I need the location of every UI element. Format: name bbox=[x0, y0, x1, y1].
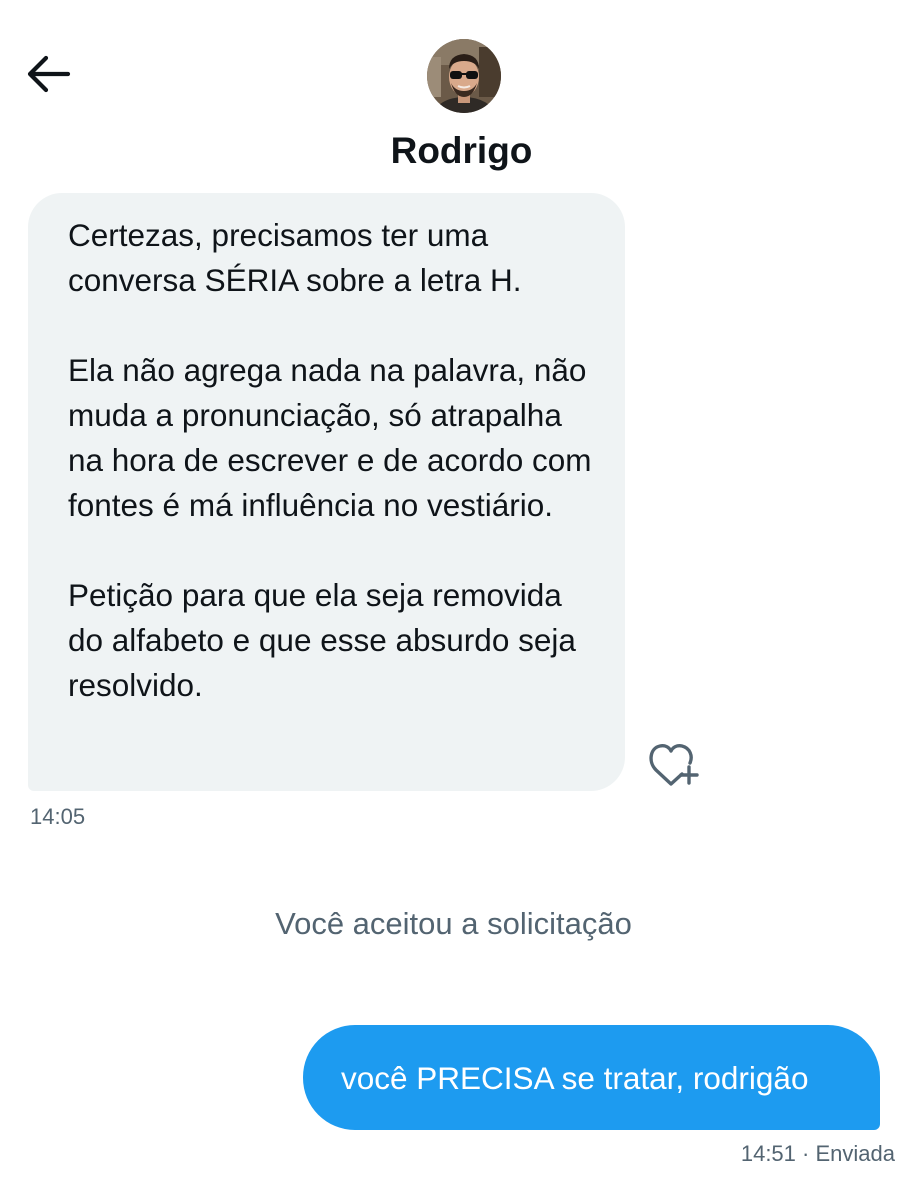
dm-conversation: Rodrigo Certezas, precisamos ter uma con… bbox=[0, 0, 907, 1200]
message-paragraph: Certezas, precisamos ter uma conversa SÉ… bbox=[68, 217, 522, 298]
user-avatar-image bbox=[427, 39, 501, 113]
contact-name[interactable]: Rodrigo bbox=[300, 128, 623, 174]
request-accepted-note: Você aceitou a solicitação bbox=[275, 906, 632, 941]
sent-status: Enviada bbox=[815, 1141, 895, 1166]
react-button[interactable] bbox=[647, 740, 703, 788]
message-text: você PRECISA se tratar, rodrigão bbox=[341, 1059, 809, 1096]
message-paragraph: Ela não agrega nada na palavra, não muda… bbox=[68, 352, 592, 523]
heart-plus-icon bbox=[649, 744, 699, 786]
separator-dot: · bbox=[802, 1141, 810, 1166]
message-timestamp: 14:51 bbox=[740, 1141, 796, 1166]
arrow-left-icon bbox=[27, 55, 71, 93]
outgoing-message-bubble[interactable]: você PRECISA se tratar, rodrigão bbox=[303, 1025, 880, 1130]
message-paragraph: Petição para que ela seja removida do al… bbox=[68, 577, 576, 703]
avatar[interactable] bbox=[427, 39, 501, 113]
back-button[interactable] bbox=[24, 52, 72, 96]
incoming-message-bubble[interactable]: Certezas, precisamos ter uma conversa SÉ… bbox=[28, 193, 625, 791]
message-timestamp: 14:05 bbox=[30, 804, 86, 829]
message-status: 14:51 · Enviada bbox=[741, 1140, 895, 1168]
